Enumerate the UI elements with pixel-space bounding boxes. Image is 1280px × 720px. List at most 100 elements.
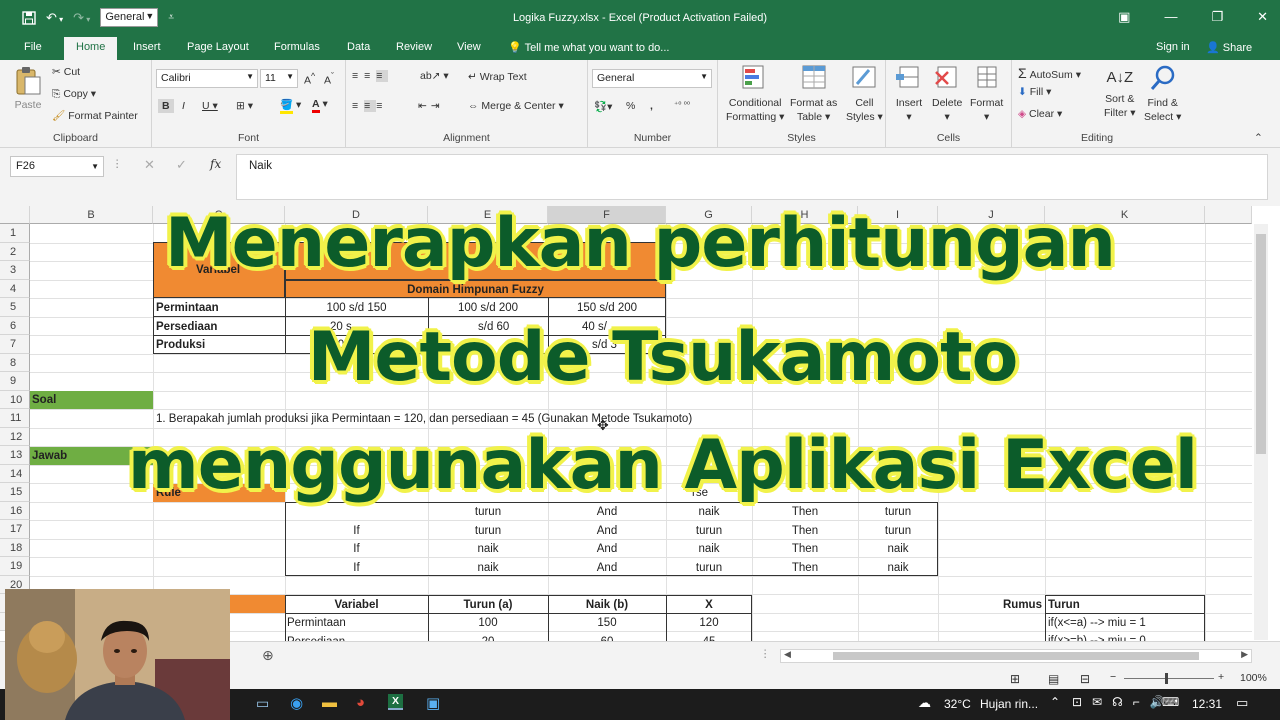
rule-cell-r2-c4[interactable]: turun (666, 522, 752, 540)
enter-formula-icon[interactable]: ✓ (176, 157, 187, 173)
bold-button[interactable]: B (158, 99, 174, 113)
sort-filter-button[interactable]: A↓Z Sort & Filter ▾ (1104, 64, 1136, 120)
conditional-formatting-button[interactable]: Conditional Formatting ▾ (726, 64, 784, 124)
t2-header-2[interactable]: Turun (a) (428, 596, 548, 614)
show-hidden-icons[interactable]: ⌃ (1050, 695, 1060, 709)
tab-page-layout[interactable]: Page Layout (187, 41, 249, 53)
t2-cell-r2-c1[interactable]: Persediaan (287, 633, 430, 642)
fill-color-icon[interactable]: 🪣 ▾ (280, 98, 301, 114)
rule-cell-r4-c4[interactable]: turun (666, 559, 752, 577)
normal-view-icon[interactable]: ⊞ (1010, 672, 1020, 686)
edge-icon[interactable]: ◉ (290, 694, 303, 712)
rumus-label[interactable]: Rumus (1003, 596, 1042, 614)
accounting-icon[interactable]: 💱▾ (594, 100, 612, 113)
restore-icon[interactable]: ❐ (1211, 9, 1223, 25)
row-header-17[interactable]: 17 (0, 520, 30, 539)
weather-text[interactable]: Hujan rin... (980, 697, 1038, 711)
zoom-in-icon[interactable]: + (1218, 671, 1224, 683)
rule-cell-r4-c6[interactable]: naik (858, 559, 938, 577)
t2-header-1[interactable]: Variabel (285, 596, 428, 614)
rule-cell-r2-c1[interactable]: If (285, 522, 428, 540)
keyboard-icon[interactable]: ⌨ (1162, 695, 1179, 709)
tab-review[interactable]: Review (396, 41, 432, 53)
format-painter-button[interactable]: 🖌 Format Painter (52, 109, 138, 122)
name-box[interactable]: F26 ▼ (10, 156, 104, 177)
sign-in-link[interactable]: Sign in (1156, 41, 1190, 53)
page-break-view-icon[interactable]: ⊟ (1080, 672, 1090, 686)
find-select-button[interactable]: Find & Select ▾ (1144, 64, 1181, 124)
cut-button[interactable]: ✂ Cut (52, 66, 80, 78)
grow-font-icon[interactable]: A^ (304, 71, 315, 87)
vertical-align-icons[interactable]: ≡≡≡ (352, 70, 389, 82)
horizontal-scrollbar[interactable]: ◀ ▶ (780, 649, 1252, 663)
tab-file[interactable]: File (24, 41, 42, 53)
t2-cell-r1-c4[interactable]: 120 (666, 614, 752, 632)
paste-button[interactable]: Paste (14, 66, 42, 111)
keyboard-app-icon[interactable]: ▭ (256, 695, 269, 712)
tab-view[interactable]: View (457, 41, 481, 53)
horizontal-scroll-thumb[interactable] (833, 652, 1199, 660)
tab-formulas[interactable]: Formulas (274, 41, 320, 53)
tab-insert[interactable]: Insert (133, 41, 161, 53)
rule-cell-r3-c4[interactable]: naik (666, 540, 752, 558)
font-size-select[interactable]: 11 ▼ (260, 69, 298, 88)
number-format-select[interactable]: General ▼ (592, 69, 712, 88)
tab-home[interactable]: Home (64, 37, 118, 60)
t2-left-cell[interactable] (230, 595, 285, 613)
zoom-slider-thumb[interactable] (1165, 673, 1168, 684)
format-as-table-button[interactable]: Format as Table ▾ (790, 64, 837, 124)
wrap-text-button[interactable]: ↵ Wrap Text (468, 71, 527, 83)
clock[interactable]: 12:31 (1192, 697, 1222, 711)
tray-icons[interactable]: ⊡✉☊⌐🔊 (1072, 695, 1175, 709)
shrink-font-icon[interactable]: Aˇ (324, 71, 334, 87)
t2-header-4[interactable]: X (666, 596, 752, 614)
italic-button[interactable]: I (182, 100, 185, 112)
merge-center-button[interactable]: ⇔ Merge & Center ▾ (468, 100, 564, 112)
rumus-header[interactable]: Turun (1048, 596, 1080, 614)
borders-icon[interactable]: ⊞ ▾ (236, 100, 253, 112)
percent-icon[interactable]: % (626, 100, 635, 112)
photos-icon[interactable]: ▣ (426, 694, 440, 712)
rule-cell-r3-c3[interactable]: And (548, 540, 666, 558)
rule-cell-r4-c5[interactable]: Then (752, 559, 858, 577)
row-header-19[interactable]: 19 (0, 557, 30, 576)
orientation-icon[interactable]: ab↗ ▾ (420, 70, 449, 82)
formula-input[interactable]: Naik (236, 154, 1268, 200)
rule-cell-r3-c2[interactable]: naik (428, 540, 548, 558)
rule-cell-r2-c2[interactable]: turun (428, 522, 548, 540)
zoom-slider[interactable] (1124, 678, 1214, 679)
page-layout-view-icon[interactable]: ▤ (1048, 672, 1059, 686)
cancel-formula-icon[interactable]: ✕ (144, 157, 155, 173)
rule-cell-r4-c1[interactable]: If (285, 559, 428, 577)
zoom-out-icon[interactable]: − (1110, 671, 1116, 683)
rule-cell-r2-c5[interactable]: Then (752, 522, 858, 540)
font-name-select[interactable]: Calibri ▼ (156, 69, 258, 88)
rumus-line-2[interactable]: if(x>=b) --> miu = 0 (1048, 632, 1146, 641)
underline-button[interactable]: U ▾ (202, 100, 218, 112)
decimal-icons[interactable]: ⁺⁰ ⁰⁰ (674, 100, 690, 109)
file-explorer-icon[interactable]: ▬ (322, 694, 337, 711)
tell-me-box[interactable]: 💡 Tell me what you want to do... (508, 41, 669, 54)
t2-cell-r2-c3[interactable]: 60 (548, 633, 666, 642)
add-sheet-icon[interactable]: ⊕ (262, 647, 274, 664)
t2-cell-r1-c2[interactable]: 100 (428, 614, 548, 632)
notification-icon[interactable]: ▭ (1236, 695, 1248, 711)
chrome-icon[interactable]: ◕ (356, 694, 365, 711)
zoom-level[interactable]: 100% (1240, 672, 1267, 684)
autosum-button[interactable]: Σ AutoSum ▾ (1018, 65, 1081, 81)
cell-styles-button[interactable]: Cell Styles ▾ (846, 64, 883, 124)
row-header-18[interactable]: 18 (0, 538, 30, 557)
tab-data[interactable]: Data (347, 41, 370, 53)
font-color-icon[interactable]: A ▾ (312, 98, 328, 113)
rule-cell-r4-c3[interactable]: And (548, 559, 666, 577)
rule-cell-r2-c3[interactable]: And (548, 522, 666, 540)
format-cells-button[interactable]: Format ▾ (970, 64, 1003, 124)
scroll-right-icon[interactable]: ▶ (1241, 649, 1248, 660)
t2-cell-r2-c4[interactable]: 45 (666, 633, 752, 642)
comma-icon[interactable]: , (650, 100, 653, 112)
t2-cell-r1-c3[interactable]: 150 (548, 614, 666, 632)
clear-button[interactable]: ◈ Clear ▾ (1018, 108, 1062, 120)
share-button[interactable]: 👤 Share (1206, 41, 1252, 54)
t2-cell-r1-c1[interactable]: Permintaan (287, 614, 430, 632)
collapse-ribbon-icon[interactable]: ⌃ (1254, 132, 1263, 144)
